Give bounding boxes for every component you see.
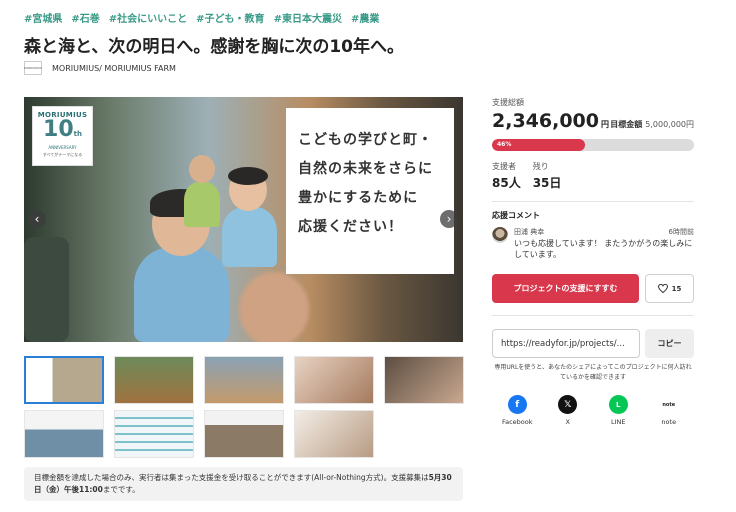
goal-amount: 目標金額 5,000,000円 — [610, 120, 694, 129]
thumbnail[interactable] — [114, 356, 194, 404]
progress-fill: 46% — [492, 139, 585, 151]
kid-figure — [228, 167, 268, 185]
supporters-label: 支援者 — [492, 162, 516, 171]
comment-item: 田浦 典幸 6時間前 いつも応援しています！ またうかがうの楽しみにしています。 — [492, 227, 694, 260]
action-row: プロジェクトの支援にすすむ 15 — [492, 274, 694, 303]
kid-figure — [189, 155, 215, 183]
note-share[interactable]: note note — [649, 395, 689, 426]
share-url-row: https://readyfor.jp/projects/... コピー — [492, 329, 694, 358]
avatar[interactable] — [492, 227, 508, 243]
tag-link[interactable]: #社会にいいこと — [109, 10, 187, 25]
x-icon: 𝕏 — [558, 395, 578, 414]
currency-unit: 円 — [600, 120, 609, 129]
tag-link[interactable]: #東日本大震災 — [274, 10, 342, 25]
thumbnail[interactable] — [204, 410, 284, 458]
tag-link[interactable]: #子ども・教育 — [196, 10, 264, 25]
kid-figure — [184, 182, 220, 227]
kid-figure — [239, 272, 309, 342]
anniversary-badge: MORIUMIUS 10th ANNIVERSARY すべてがテーマになる — [32, 106, 93, 166]
project-owner[interactable]: MORIUMIUS MORIUMIUS/ MORIUMIUS FARM — [24, 61, 176, 75]
raised-amount: 2,346,000 — [492, 110, 599, 132]
thumbnail[interactable] — [294, 410, 374, 458]
note-icon: note — [659, 395, 679, 414]
sns-share-list: f Facebook 𝕏 X L LINE note note — [492, 395, 694, 426]
tag-link[interactable]: #宮城県 — [24, 10, 62, 25]
chevron-left-icon: ‹ — [34, 212, 40, 226]
thumbnail[interactable] — [384, 356, 464, 404]
owner-name[interactable]: MORIUMIUS/ MORIUMIUS FARM — [52, 64, 176, 73]
stats-row: 支援者 85人 残り 35日 — [492, 161, 694, 191]
share-note: 専用URLを使うと、あなたのシェアによってこのプロジェクトに何人訪れているかを確… — [494, 364, 692, 381]
funding-panel: 支援総額 2,346,000 円 目標金額 5,000,000円 46% 支援者 … — [492, 97, 694, 426]
supporters-count: 85人 — [492, 176, 521, 190]
raised-label: 支援総額 — [492, 98, 524, 107]
tag-link[interactable]: #石巻 — [71, 10, 99, 25]
comment-time: 6時間前 — [668, 228, 694, 236]
page-title: 森と海と、次の明日へ。感謝を胸に次の10年へ。 — [24, 37, 404, 57]
divider — [492, 315, 694, 316]
kid-figure — [134, 247, 229, 342]
facebook-icon: f — [507, 395, 527, 414]
thumbnail[interactable] — [294, 356, 374, 404]
facebook-share[interactable]: f Facebook — [497, 395, 537, 426]
copy-button[interactable]: コピー — [645, 329, 694, 358]
next-slide-button[interactable]: › — [440, 210, 458, 228]
x-share[interactable]: 𝕏 X — [548, 395, 588, 426]
thumbnail-gallery — [24, 356, 464, 458]
tag-link[interactable]: #農業 — [351, 10, 379, 25]
heart-icon — [657, 284, 668, 293]
all-or-nothing-notice: 目標金額を達成した場合のみ、実行者は集まった支援金を受け取ることができます(Al… — [24, 467, 463, 501]
remaining-label: 残り — [532, 162, 549, 171]
kid-figure — [222, 207, 277, 267]
thumbnail[interactable] — [114, 410, 194, 458]
remaining-days: 35日 — [532, 176, 562, 190]
support-project-button[interactable]: プロジェクトの支援にすすむ — [492, 274, 639, 303]
hero-message-card: こどもの学びと町・ 自然の未来をさらに 豊かにするために 応援ください！ — [286, 108, 454, 274]
progress-bar: 46% — [492, 139, 694, 151]
divider — [492, 201, 694, 202]
like-button[interactable]: 15 — [645, 274, 694, 303]
chevron-right-icon: › — [446, 212, 452, 226]
line-icon: L — [608, 395, 628, 414]
prev-slide-button[interactable]: ‹ — [28, 210, 46, 228]
thumbnail[interactable] — [24, 356, 104, 404]
like-count: 15 — [671, 284, 682, 293]
thumbnail[interactable] — [24, 410, 104, 458]
comment-author[interactable]: 田浦 典幸 — [514, 227, 544, 237]
line-share[interactable]: L LINE — [598, 395, 638, 426]
thumbnail[interactable] — [204, 356, 284, 404]
hero-image: MORIUMIUS 10th ANNIVERSARY すべてがテーマになる こど… — [24, 97, 463, 342]
tag-list: #宮城県 #石巻 #社会にいいこと #子ども・教育 #東日本大震災 #農業 — [24, 10, 379, 25]
kid-figure — [24, 237, 69, 342]
owner-logo: MORIUMIUS — [24, 61, 42, 75]
comment-text: いつも応援しています！ またうかがうの楽しみにしています。 — [514, 239, 693, 259]
comments-heading: 応援コメント — [492, 211, 540, 220]
share-url-field[interactable]: https://readyfor.jp/projects/... — [492, 329, 640, 358]
